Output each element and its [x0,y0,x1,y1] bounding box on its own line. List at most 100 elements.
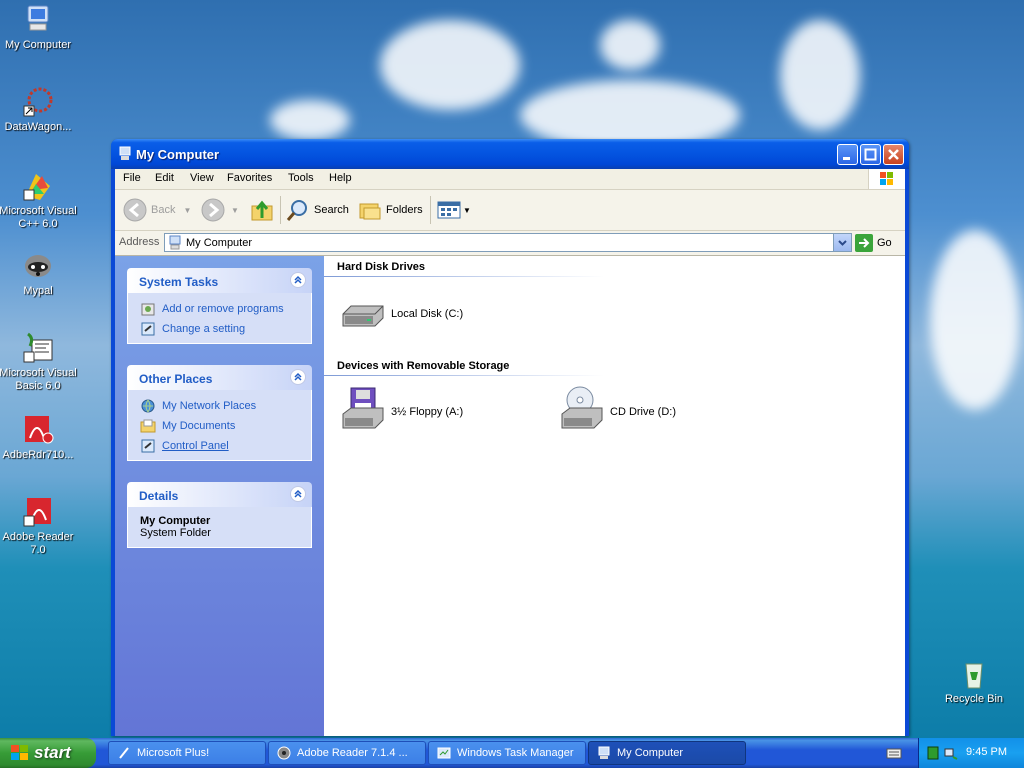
go-button[interactable]: Go [855,233,892,252]
menu-help[interactable]: Help [329,172,352,184]
cloud [780,20,860,130]
toolbar-separator [280,196,281,224]
microsoft-plus-icon [119,747,129,759]
minimize-button[interactable] [837,144,858,165]
system-tasks-header[interactable]: System Tasks [127,268,312,293]
my-network-places-link[interactable]: My Network Places [128,396,311,416]
visual-basic-icon [22,332,54,364]
local-disk-c[interactable]: Local Disk (C:) [339,294,463,334]
menu-view[interactable]: View [190,172,214,184]
task-manager-icon [437,747,451,759]
up-folder-icon [251,200,273,221]
menu-tools[interactable]: Tools [288,172,314,184]
collapse-chevron-icon[interactable] [290,272,306,288]
details-type: System Folder [140,527,211,539]
forward-arrow-icon [201,198,225,222]
window-title: My Computer [136,147,220,162]
network-tray-icon[interactable] [943,745,959,761]
details-header[interactable]: Details [127,482,312,507]
menu-bar: File Edit View Favorites Tools Help [115,169,905,190]
folders-icon [359,203,381,220]
control-panel-link[interactable]: Control Panel [128,436,311,456]
folders-button[interactable]: Folders [358,198,423,222]
menu-file[interactable]: File [123,172,141,184]
close-button[interactable] [883,144,904,165]
network-globe-icon [141,399,155,413]
add-remove-programs-link[interactable]: Add or remove programs [128,299,311,319]
tray-status-icon[interactable] [927,746,939,760]
views-icon [437,201,461,219]
details-name: My Computer [140,515,211,527]
forward-button[interactable]: ▼ [201,198,239,222]
windows-logo-icon [868,169,905,189]
toolbar: Back ▼ ▼ Search Folders ▼ [115,190,905,231]
system-tasks-panel: System Tasks Add or remove programs Chan… [127,268,312,344]
my-documents-link[interactable]: My Documents [128,416,311,436]
adobe-setup-icon [277,746,291,760]
desktop-icon-visual-cpp[interactable]: Microsoft Visual C++ 6.0 [0,170,78,231]
add-remove-programs-icon [141,303,155,316]
maximize-button[interactable] [860,144,881,165]
title-bar[interactable]: My Computer [111,139,909,169]
views-button[interactable]: ▼ [437,198,471,222]
task-pane: System Tasks Add or remove programs Chan… [115,256,324,736]
windows-flag-icon [11,745,28,760]
taskbar: start Microsoft Plus! Adobe Reader 7.1.4… [0,738,1024,768]
taskbar-my-computer[interactable]: My Computer [588,741,746,765]
desktop-icon-adobe-reader[interactable]: Adobe Reader 7.0 [0,496,78,557]
file-view: Hard Disk Drives Local Disk (C:) Devices… [324,256,905,736]
window-client: File Edit View Favorites Tools Help Back… [115,169,905,736]
clock[interactable]: 9:45 PM [966,746,1007,758]
menu-edit[interactable]: Edit [155,172,174,184]
collapse-chevron-icon[interactable] [290,369,306,385]
go-arrow-icon [855,233,873,252]
search-button[interactable]: Search [286,198,349,222]
my-documents-folder-icon [140,419,156,433]
search-icon [286,200,307,221]
address-label: Address [119,236,160,248]
forward-dropdown-icon[interactable]: ▼ [231,206,239,215]
desktop-icon-mypal[interactable]: Mypal [0,250,78,298]
floppy-drive-a[interactable]: 3½ Floppy (A:) [339,387,463,432]
hard-disk-icon [339,294,387,334]
details-panel: Details My Computer System Folder [127,482,312,548]
adobe-reader-icon [22,496,54,528]
start-button[interactable]: start [0,738,96,768]
control-panel-icon [141,439,155,453]
chevron-down-icon [838,240,847,246]
visual-cpp-icon [22,170,54,202]
cloud [930,230,1020,410]
floppy-drive-icon [339,387,387,432]
cloud [270,100,350,140]
my-computer-window: My Computer File Edit View Favorites Too… [111,139,909,736]
desktop-icon-visual-basic[interactable]: Microsoft Visual Basic 6.0 [0,332,78,393]
datawagon-icon [22,86,54,118]
keyboard-icon[interactable] [886,746,902,763]
taskbar-adobe-reader[interactable]: Adobe Reader 7.1.4 ... [268,741,426,765]
collapse-chevron-icon[interactable] [290,486,306,502]
desktop-icon-adberdr710[interactable]: AdbeRdr710... [0,414,78,462]
group-removable-storage: Devices with Removable Storage [337,360,510,372]
other-places-header[interactable]: Other Places [127,365,312,390]
desktop-icon-my-computer[interactable]: My Computer [0,4,78,52]
other-places-panel: Other Places My Network Places My Docume… [127,365,312,461]
cd-drive-d[interactable]: CD Drive (D:) [558,386,676,432]
change-setting-link[interactable]: Change a setting [128,319,311,339]
views-dropdown-icon[interactable]: ▼ [463,206,471,215]
desktop-icon-recycle-bin[interactable]: Recycle Bin [934,658,1014,706]
cloud [380,20,520,110]
raccoon-icon [22,250,54,282]
back-dropdown-icon[interactable]: ▼ [183,206,191,215]
address-dropdown-button[interactable] [833,234,851,251]
back-button[interactable]: Back ▼ [123,198,191,222]
taskbar-task-manager[interactable]: Windows Task Manager [428,741,586,765]
system-tray: 9:45 PM [918,738,1024,768]
menu-favorites[interactable]: Favorites [227,172,272,184]
cd-drive-icon [558,386,606,432]
group-divider [324,276,604,277]
up-folder-button[interactable] [250,198,274,222]
adobe-installer-icon [22,414,54,446]
taskbar-microsoft-plus[interactable]: Microsoft Plus! [108,741,266,765]
address-input[interactable]: My Computer [164,233,852,252]
desktop-icon-datawagon[interactable]: DataWagon... [0,86,78,134]
